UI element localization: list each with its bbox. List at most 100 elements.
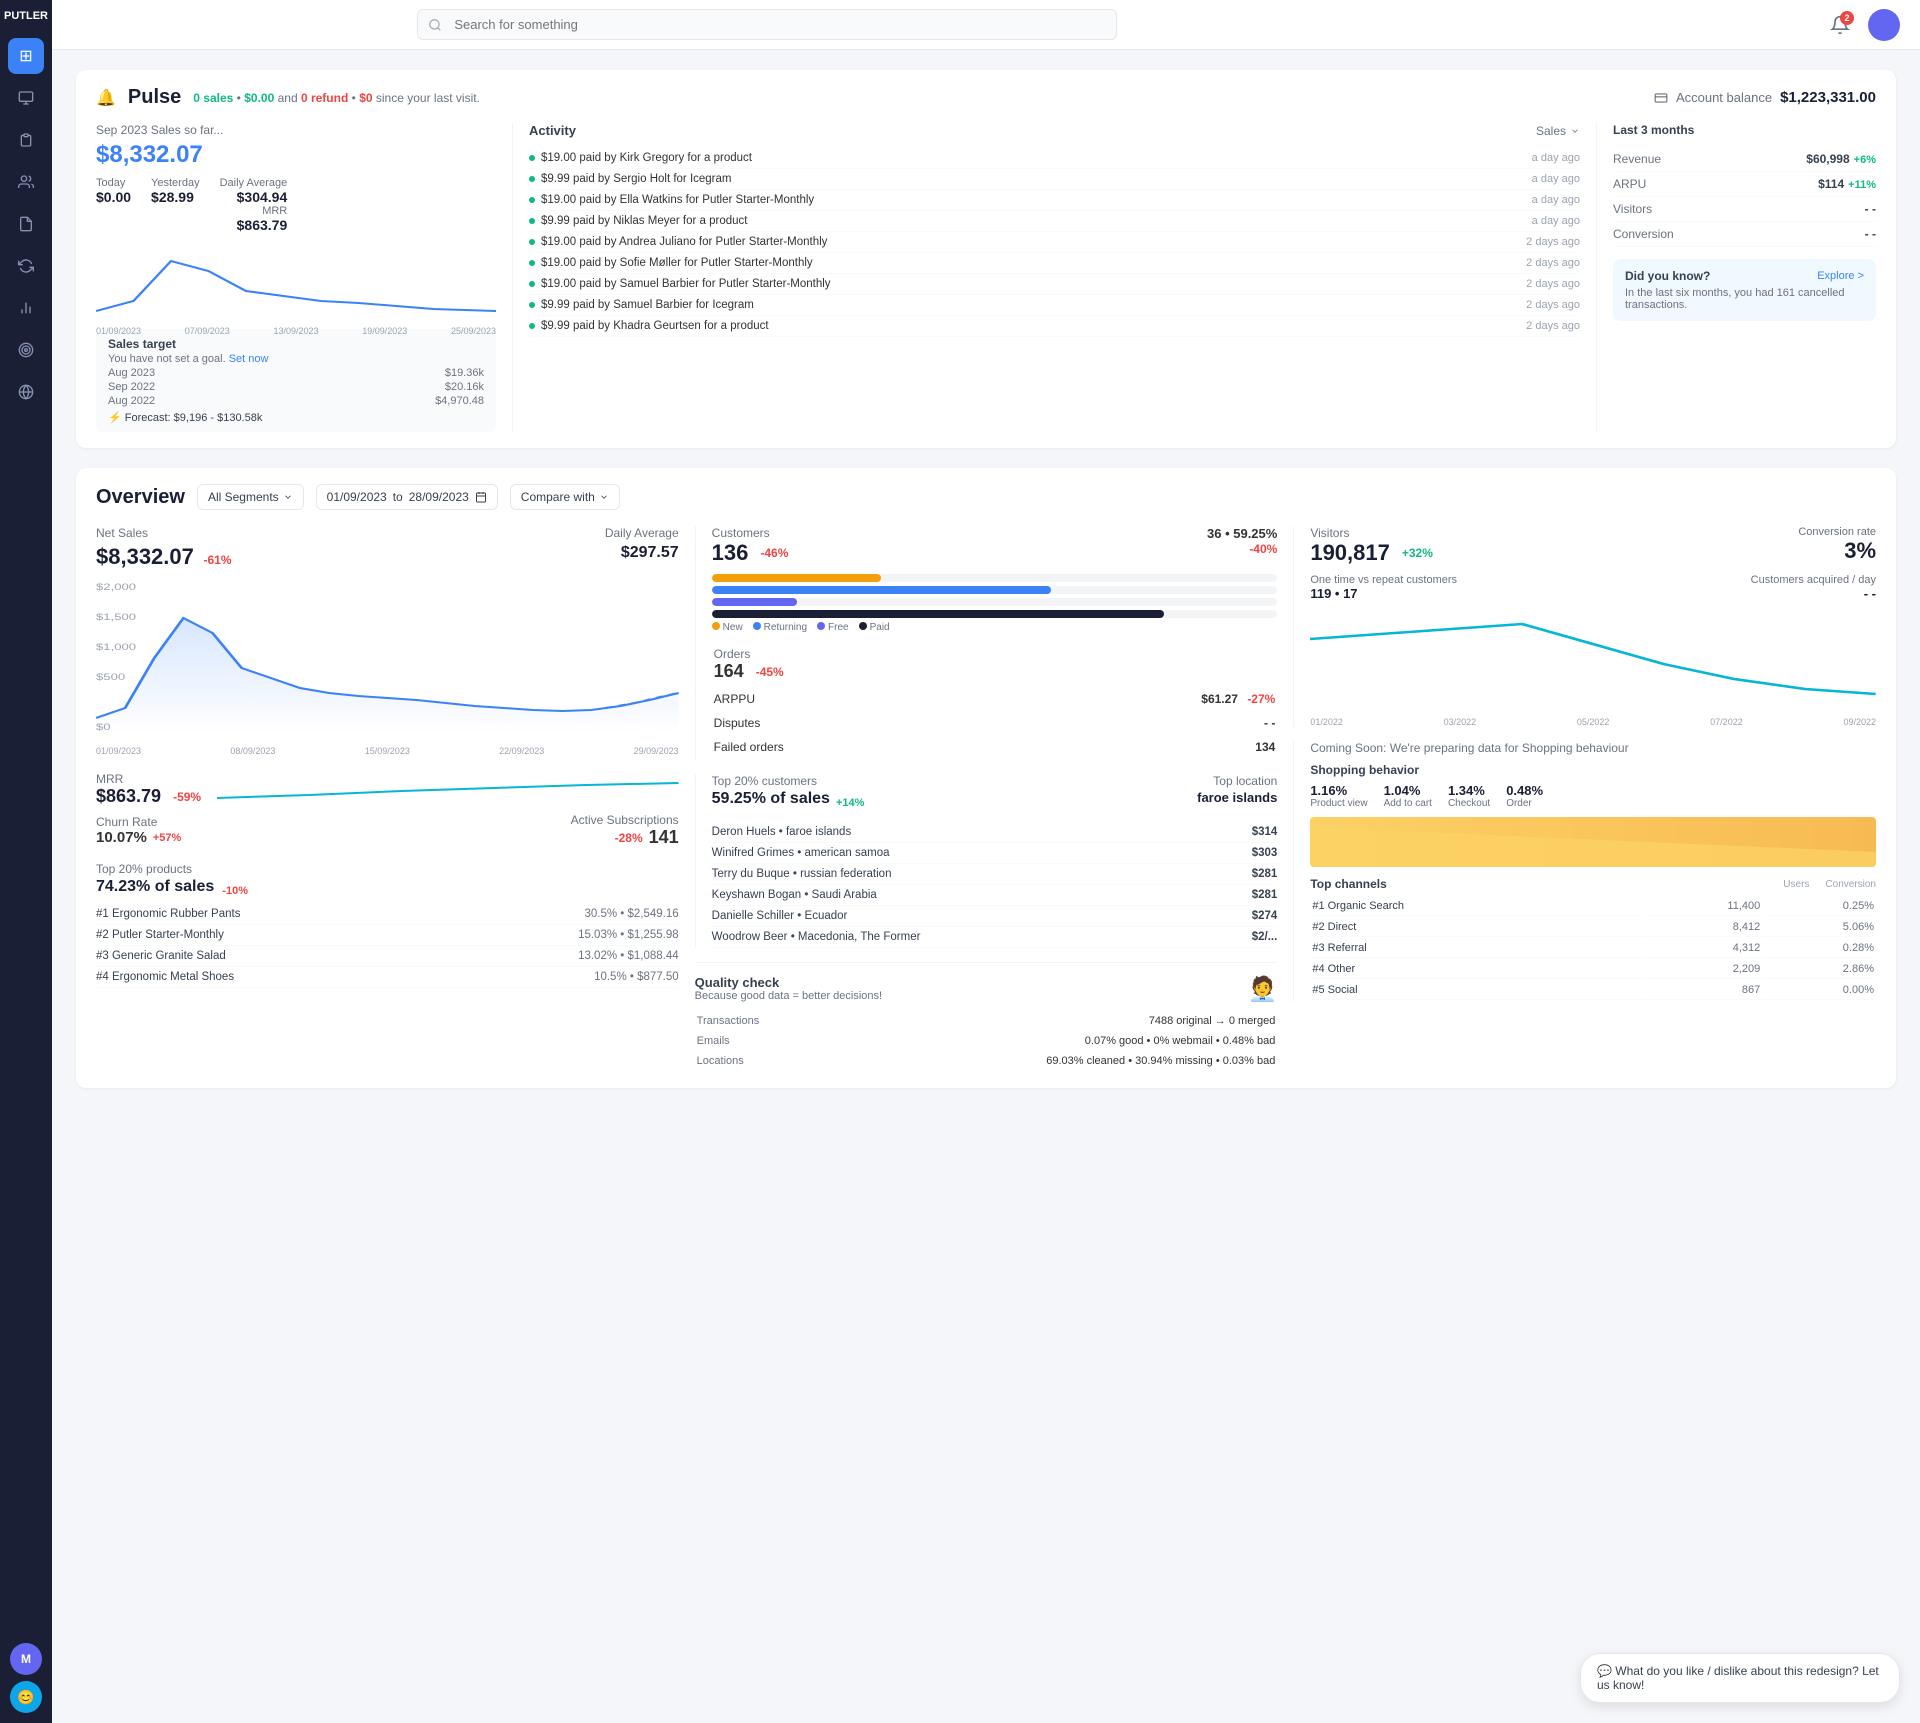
activity-list-item: $9.99 paid by Samuel Barbier for Icegram… (529, 295, 1580, 316)
failed-label: Failed orders (714, 736, 986, 758)
customer-amount: $281 (1252, 889, 1278, 901)
bar-track-3 (712, 598, 1278, 606)
product-stats: 10.5% • $877.50 (594, 971, 679, 983)
customer-bars: New Returning Free Paid (712, 574, 1278, 633)
quality-transactions-value: 7488 original → 0 merged (822, 1012, 1275, 1030)
churn-label: Churn Rate (96, 815, 181, 829)
did-you-know-box: Did you know? Explore > In the last six … (1613, 259, 1876, 321)
channels-table: #1 Organic Search11,4000.25%#2 Direct8,4… (1310, 895, 1876, 1002)
activity-text: $9.99 paid by Samuel Barbier for Icegram (541, 299, 754, 311)
bstat-pct: 1.16% (1310, 783, 1367, 798)
metric-change: +6% (1854, 154, 1876, 166)
pulse-sales: 0 sales (193, 91, 233, 105)
metric-row-item: Visitors- - (1613, 197, 1876, 222)
channels-label: Top channels (1310, 877, 1386, 891)
activity-text: $19.00 paid by Andrea Juliano for Putler… (541, 236, 827, 248)
top-products-pct: 74.23% of sales (96, 878, 214, 896)
activity-text: $9.99 paid by Sergio Holt for Icegram (541, 173, 732, 185)
sidebar: PUTLER ⊞ M 😊 (0, 0, 52, 1723)
users-col-label: Users (1783, 879, 1809, 890)
overview-header: Overview All Segments 01/09/2023 to 28/0… (96, 484, 1876, 510)
shopping-behavior-card: Coming Soon: We're preparing data for Sh… (1293, 741, 1876, 1002)
churn-row: Churn Rate 10.07% +57% Active Subscripti… (96, 813, 679, 848)
sidebar-item-dashboard[interactable]: ⊞ (8, 38, 44, 74)
channel-row: #2 Direct8,4125.06% (1312, 918, 1874, 937)
sidebar-item-reports[interactable] (8, 290, 44, 326)
account-balance-value: $1,223,331.00 (1780, 89, 1876, 106)
visitors-header: Visitors 190,817 +32% Conversion rate 3% (1310, 526, 1876, 566)
channel-name: #2 Direct (1312, 918, 1640, 937)
activity-text: $19.00 paid by Samuel Barbier for Putler… (541, 278, 831, 290)
dyk-text: In the last six months, you had 161 canc… (1625, 287, 1864, 311)
channel-users: 4,312 (1643, 939, 1761, 958)
bstat-pct: 1.34% (1448, 783, 1490, 798)
conv-value: 3% (1798, 538, 1876, 564)
svg-text:$1,500: $1,500 (96, 613, 136, 623)
activity-list: $19.00 paid by Kirk Gregory for a produc… (529, 148, 1580, 337)
chart-labels: 01/09/202308/09/202315/09/202322/09/2023… (96, 746, 679, 756)
sidebar-item-revenue[interactable] (8, 80, 44, 116)
channel-users: 11,400 (1643, 897, 1761, 916)
visitors-value: 190,817 (1310, 540, 1390, 566)
activity-list-item: $19.00 paid by Kirk Gregory for a produc… (529, 148, 1580, 169)
product-name: #1 Ergonomic Rubber Pants (96, 908, 240, 920)
quality-table: Transactions 7488 original → 0 merged Em… (695, 1010, 1278, 1072)
product-stats: 15.03% • $1,255.98 (578, 929, 679, 941)
user-avatar-emoji[interactable]: 😊 (10, 1681, 42, 1713)
mrr-label-ov: MRR (96, 772, 201, 786)
activity-card: Activity Sales $19.00 paid by Kirk Grego… (512, 123, 1580, 432)
date-range-picker[interactable]: 01/09/2023 to 28/09/2023 (316, 484, 498, 510)
customer-metrics-table: Orders 164 -45% ARPPU (712, 641, 1278, 760)
bstat-label: Order (1506, 798, 1543, 809)
product-row-item: #2 Putler Starter-Monthly15.03% • $1,255… (96, 925, 679, 946)
net-sales-value-row: $8,332.07 -61% (96, 544, 232, 570)
net-sales-label: Net Sales (96, 526, 148, 540)
sidebar-item-transactions[interactable] (8, 206, 44, 242)
set-now-link[interactable]: Set now (229, 353, 269, 365)
overview-grid: Net Sales Daily Average $8,332.07 -61% $… (96, 526, 1876, 1072)
sales-target-sub: You have not set a goal. Set now (108, 353, 484, 365)
compare-with-button[interactable]: Compare with (510, 484, 620, 510)
main-content: 2 🔔 Pulse 0 sales • $0.00 and 0 refund •… (52, 0, 1920, 1723)
customers-list: Deron Huels • faroe islands$314Winifred … (712, 822, 1278, 948)
daily-avg-value-ov: $297.57 (621, 544, 679, 562)
customer-name: Woodrow Beer • Macedonia, The Former (712, 931, 921, 943)
conv-col-label: Conversion (1825, 879, 1876, 890)
sidebar-item-orders[interactable] (8, 122, 44, 158)
sidebar-item-goals[interactable] (8, 332, 44, 368)
svg-text:$500: $500 (96, 673, 125, 683)
pulse-meta: 0 sales • $0.00 and 0 refund • $0 since … (193, 91, 480, 105)
activity-filter[interactable]: Sales (1536, 124, 1580, 138)
metric-change: +11% (1848, 179, 1876, 191)
activity-dot (529, 176, 535, 182)
mrr-value-ov: $863.79 (96, 786, 161, 807)
net-sales-value: $8,332.07 (96, 544, 194, 569)
dyk-explore[interactable]: Explore > (1817, 270, 1864, 282)
customer-name: Deron Huels • faroe islands (712, 826, 852, 838)
user-avatar-m[interactable]: M (10, 1643, 42, 1675)
churn-change: +57% (153, 832, 181, 844)
channel-row: #4 Other2,2092.86% (1312, 960, 1874, 979)
customers-label: Customers (712, 526, 789, 540)
sidebar-item-customers[interactable] (8, 164, 44, 200)
quality-locations-value: 69.03% cleaned • 30.94% missing • 0.03% … (822, 1052, 1275, 1070)
customer-row-item: Terry du Buque • russian federation$281 (712, 864, 1278, 885)
account-balance-label: Account balance (1676, 90, 1772, 105)
notifications-button[interactable]: 2 (1824, 9, 1856, 41)
segment-select[interactable]: All Segments (197, 484, 304, 510)
sidebar-item-globe[interactable] (8, 374, 44, 410)
sidebar-item-subscriptions[interactable] (8, 248, 44, 284)
product-stats: 30.5% • $2,549.16 (584, 908, 678, 920)
mrr-label: MRR (220, 205, 288, 217)
failed-orders-row: Failed orders 134 (714, 736, 1276, 758)
chat-bubble[interactable]: 💬 What do you like / dislike about this … (1580, 1653, 1900, 1703)
pulse-amount: $0.00 (244, 91, 274, 105)
user-avatar-header[interactable] (1868, 9, 1900, 41)
activity-time: 2 days ago (1526, 257, 1580, 269)
dyk-title: Did you know? (1625, 269, 1710, 283)
activity-time: 2 days ago (1526, 278, 1580, 290)
pulse-section: 🔔 Pulse 0 sales • $0.00 and 0 refund • $… (76, 70, 1896, 448)
channel-name: #4 Other (1312, 960, 1640, 979)
search-input[interactable] (417, 9, 1117, 40)
sales-stats: Today $0.00 Yesterday $28.99 Daily Avera… (96, 177, 496, 233)
